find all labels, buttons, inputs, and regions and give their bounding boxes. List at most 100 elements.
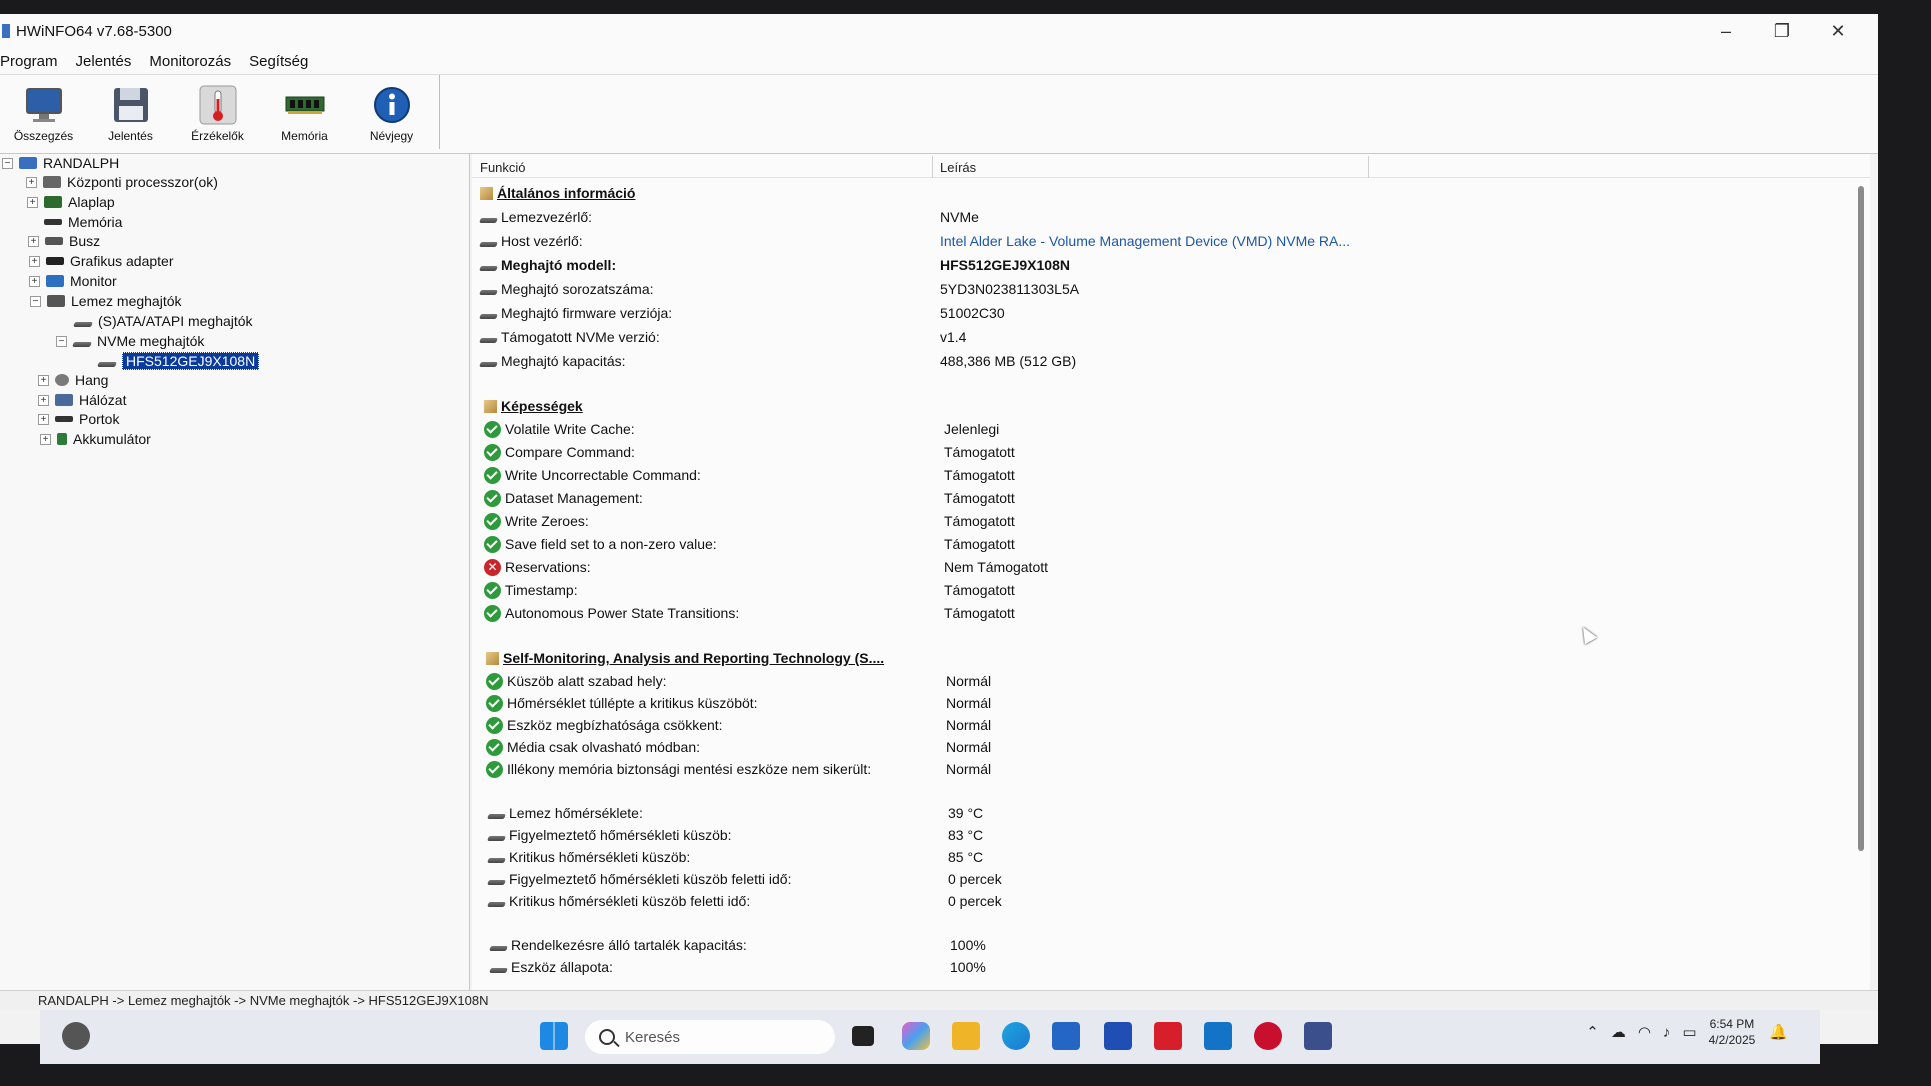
- chevron-up-icon[interactable]: ⌃: [1586, 1023, 1599, 1041]
- table-row[interactable]: Autonomous Power State Transitions: Támo…: [484, 604, 1015, 622]
- close-button[interactable]: ✕: [1826, 21, 1850, 42]
- wifi-icon[interactable]: ◠: [1638, 1023, 1651, 1041]
- tree-item-root[interactable]: − RANDALPH: [2, 154, 119, 172]
- tree-item-audio[interactable]: + Hang: [38, 371, 108, 389]
- expand-icon[interactable]: +: [28, 235, 39, 247]
- check-icon: [484, 535, 501, 553]
- app-icon[interactable]: [1104, 1022, 1132, 1050]
- hwinfo-icon[interactable]: [1304, 1022, 1332, 1050]
- about-button[interactable]: Névjegy: [348, 75, 435, 149]
- table-row[interactable]: Hőmérséklet túllépte a kritikus küszöböt…: [486, 694, 991, 712]
- tree-item-motherboard[interactable]: + Alaplap: [27, 193, 115, 211]
- windows-start-icon[interactable]: [540, 1022, 568, 1050]
- tree-item-monitor[interactable]: + Monitor: [29, 272, 117, 290]
- table-row[interactable]: Meghajtó kapacitás: 488,386 MB (512 GB): [479, 352, 1076, 370]
- tree-item-nvme-drives[interactable]: − NVMe meghajtók: [56, 332, 204, 350]
- table-row[interactable]: Média csak olvasható módban: Normál: [486, 738, 991, 756]
- battery-icon[interactable]: ▭: [1682, 1023, 1696, 1041]
- column-feature[interactable]: Funkció: [480, 160, 526, 175]
- tree-item-network[interactable]: + Hálózat: [38, 391, 126, 409]
- store-icon[interactable]: [1052, 1022, 1080, 1050]
- table-row[interactable]: Kritikus hőmérsékleti küszöb: 85 °C: [487, 848, 983, 866]
- expand-icon[interactable]: +: [40, 433, 51, 445]
- file-explorer-icon[interactable]: [952, 1022, 980, 1050]
- report-button[interactable]: Jelentés: [87, 75, 174, 149]
- table-row[interactable]: Meghajtó sorozatszáma: 5YD3N023811303L5A: [479, 280, 1079, 298]
- minimize-button[interactable]: –: [1714, 21, 1738, 42]
- table-row[interactable]: Lemez hőmérséklete: 39 °C: [487, 804, 983, 822]
- expand-icon[interactable]: +: [29, 275, 40, 287]
- record-icon[interactable]: [1254, 1022, 1282, 1050]
- volume-icon[interactable]: ♪: [1663, 1024, 1671, 1041]
- column-description[interactable]: Leírás: [940, 160, 976, 175]
- tree-item-battery[interactable]: + Akkumulátor: [40, 430, 151, 448]
- expand-icon[interactable]: +: [38, 394, 49, 406]
- mcafee-icon[interactable]: [1154, 1022, 1182, 1050]
- network-icon: [55, 394, 73, 406]
- widgets-icon[interactable]: [62, 1022, 90, 1050]
- table-row[interactable]: Meghajtó firmware verziója: 51002C30: [479, 304, 1005, 322]
- table-row[interactable]: Figyelmeztető hőmérsékleti küszöb: 83 °C: [487, 826, 983, 844]
- menu-report[interactable]: Jelentés: [76, 53, 132, 70]
- battery-icon: [57, 433, 67, 445]
- expand-icon[interactable]: +: [26, 176, 37, 188]
- expand-icon[interactable]: +: [29, 255, 40, 267]
- tree-item-sata-drives[interactable]: (S)ATA/ATAPI meghajtók: [73, 312, 253, 330]
- collapse-icon[interactable]: −: [2, 157, 13, 169]
- table-row[interactable]: Write Uncorrectable Command: Támogatott: [484, 466, 1015, 484]
- tree-item-bus[interactable]: + Busz: [28, 232, 100, 250]
- table-row[interactable]: Lemezvezérlő: NVMe: [479, 208, 979, 226]
- vertical-scrollbar[interactable]: [1858, 186, 1864, 851]
- tree-item-hfs512gej9x108n[interactable]: HFS512GEJ9X108N: [97, 352, 260, 370]
- summary-button[interactable]: Összegzés: [0, 75, 87, 149]
- column-divider[interactable]: [932, 156, 933, 178]
- tree-item-graphics[interactable]: + Grafikus adapter: [29, 252, 174, 270]
- menu-help[interactable]: Segítség: [249, 53, 308, 70]
- search-box[interactable]: Keresés: [585, 1020, 835, 1054]
- table-row[interactable]: Volatile Write Cache: Jelenlegi: [484, 420, 999, 438]
- table-row[interactable]: Figyelmeztető hőmérsékleti küszöb felett…: [487, 870, 1002, 888]
- table-row[interactable]: Host vezérlő: Intel Alder Lake - Volume …: [479, 232, 1350, 250]
- tree-item-disk-drives[interactable]: − Lemez meghajtók: [30, 292, 182, 310]
- expand-icon[interactable]: +: [38, 413, 49, 425]
- table-row[interactable]: Meghajtó modell: HFS512GEJ9X108N: [479, 256, 1070, 274]
- table-row[interactable]: Rendelkezésre álló tartalék kapacitás: 1…: [489, 936, 986, 954]
- expand-icon[interactable]: +: [38, 374, 49, 386]
- table-row[interactable]: Küszöb alatt szabad hely: Normál: [486, 672, 991, 690]
- table-row[interactable]: ✕ Reservations: Nem Támogatott: [484, 558, 1048, 576]
- collapse-icon[interactable]: −: [56, 335, 67, 347]
- clock[interactable]: 6:54 PM 4/2/2025: [1709, 1016, 1756, 1048]
- collapse-icon[interactable]: −: [30, 295, 41, 307]
- tree-item-memory[interactable]: Memória: [44, 213, 122, 231]
- check-icon: [486, 694, 503, 712]
- memory-button[interactable]: Memória: [261, 75, 348, 149]
- table-row[interactable]: Timestamp: Támogatott: [484, 581, 1015, 599]
- notification-bell-icon[interactable]: 🔔: [1769, 1023, 1788, 1041]
- menu-program[interactable]: Program: [0, 53, 58, 70]
- table-row[interactable]: Eszköz megbízhatósága csökkent: Normál: [486, 716, 991, 734]
- table-row[interactable]: Save field set to a non-zero value: Támo…: [484, 535, 1015, 553]
- table-row[interactable]: Dataset Management: Támogatott: [484, 489, 1015, 507]
- edge-icon[interactable]: [1002, 1022, 1030, 1050]
- copilot-icon[interactable]: [902, 1022, 930, 1050]
- task-view-icon[interactable]: [852, 1026, 874, 1046]
- table-row[interactable]: Write Zeroes: Támogatott: [484, 512, 1015, 530]
- column-divider[interactable]: [1368, 156, 1369, 178]
- tree-item-cpu[interactable]: + Központi processzor(ok): [26, 173, 218, 191]
- restore-button[interactable]: ❐: [1770, 21, 1794, 42]
- table-row[interactable]: Eszköz állapota: 100%: [489, 958, 986, 976]
- table-row[interactable]: Compare Command: Támogatott: [484, 443, 1015, 461]
- onedrive-icon[interactable]: ☁: [1611, 1023, 1626, 1041]
- sensors-button[interactable]: Érzékelők: [174, 75, 261, 149]
- table-row[interactable]: Támogatott NVMe verzió: v1.4: [479, 328, 966, 346]
- table-row[interactable]: Illékony memória biztonsági mentési eszk…: [486, 760, 991, 778]
- tree-item-ports[interactable]: + Portok: [38, 410, 119, 428]
- outlook-icon[interactable]: [1204, 1022, 1232, 1050]
- search-input[interactable]: Keresés: [625, 1029, 680, 1046]
- table-row[interactable]: Kritikus hőmérsékleti küszöb feletti idő…: [487, 892, 1002, 910]
- speaker-icon: [55, 374, 69, 386]
- monitor-icon: [24, 85, 64, 125]
- memory-icon: [44, 219, 62, 225]
- menu-monitoring[interactable]: Monitorozás: [149, 53, 231, 70]
- expand-icon[interactable]: +: [27, 196, 38, 208]
